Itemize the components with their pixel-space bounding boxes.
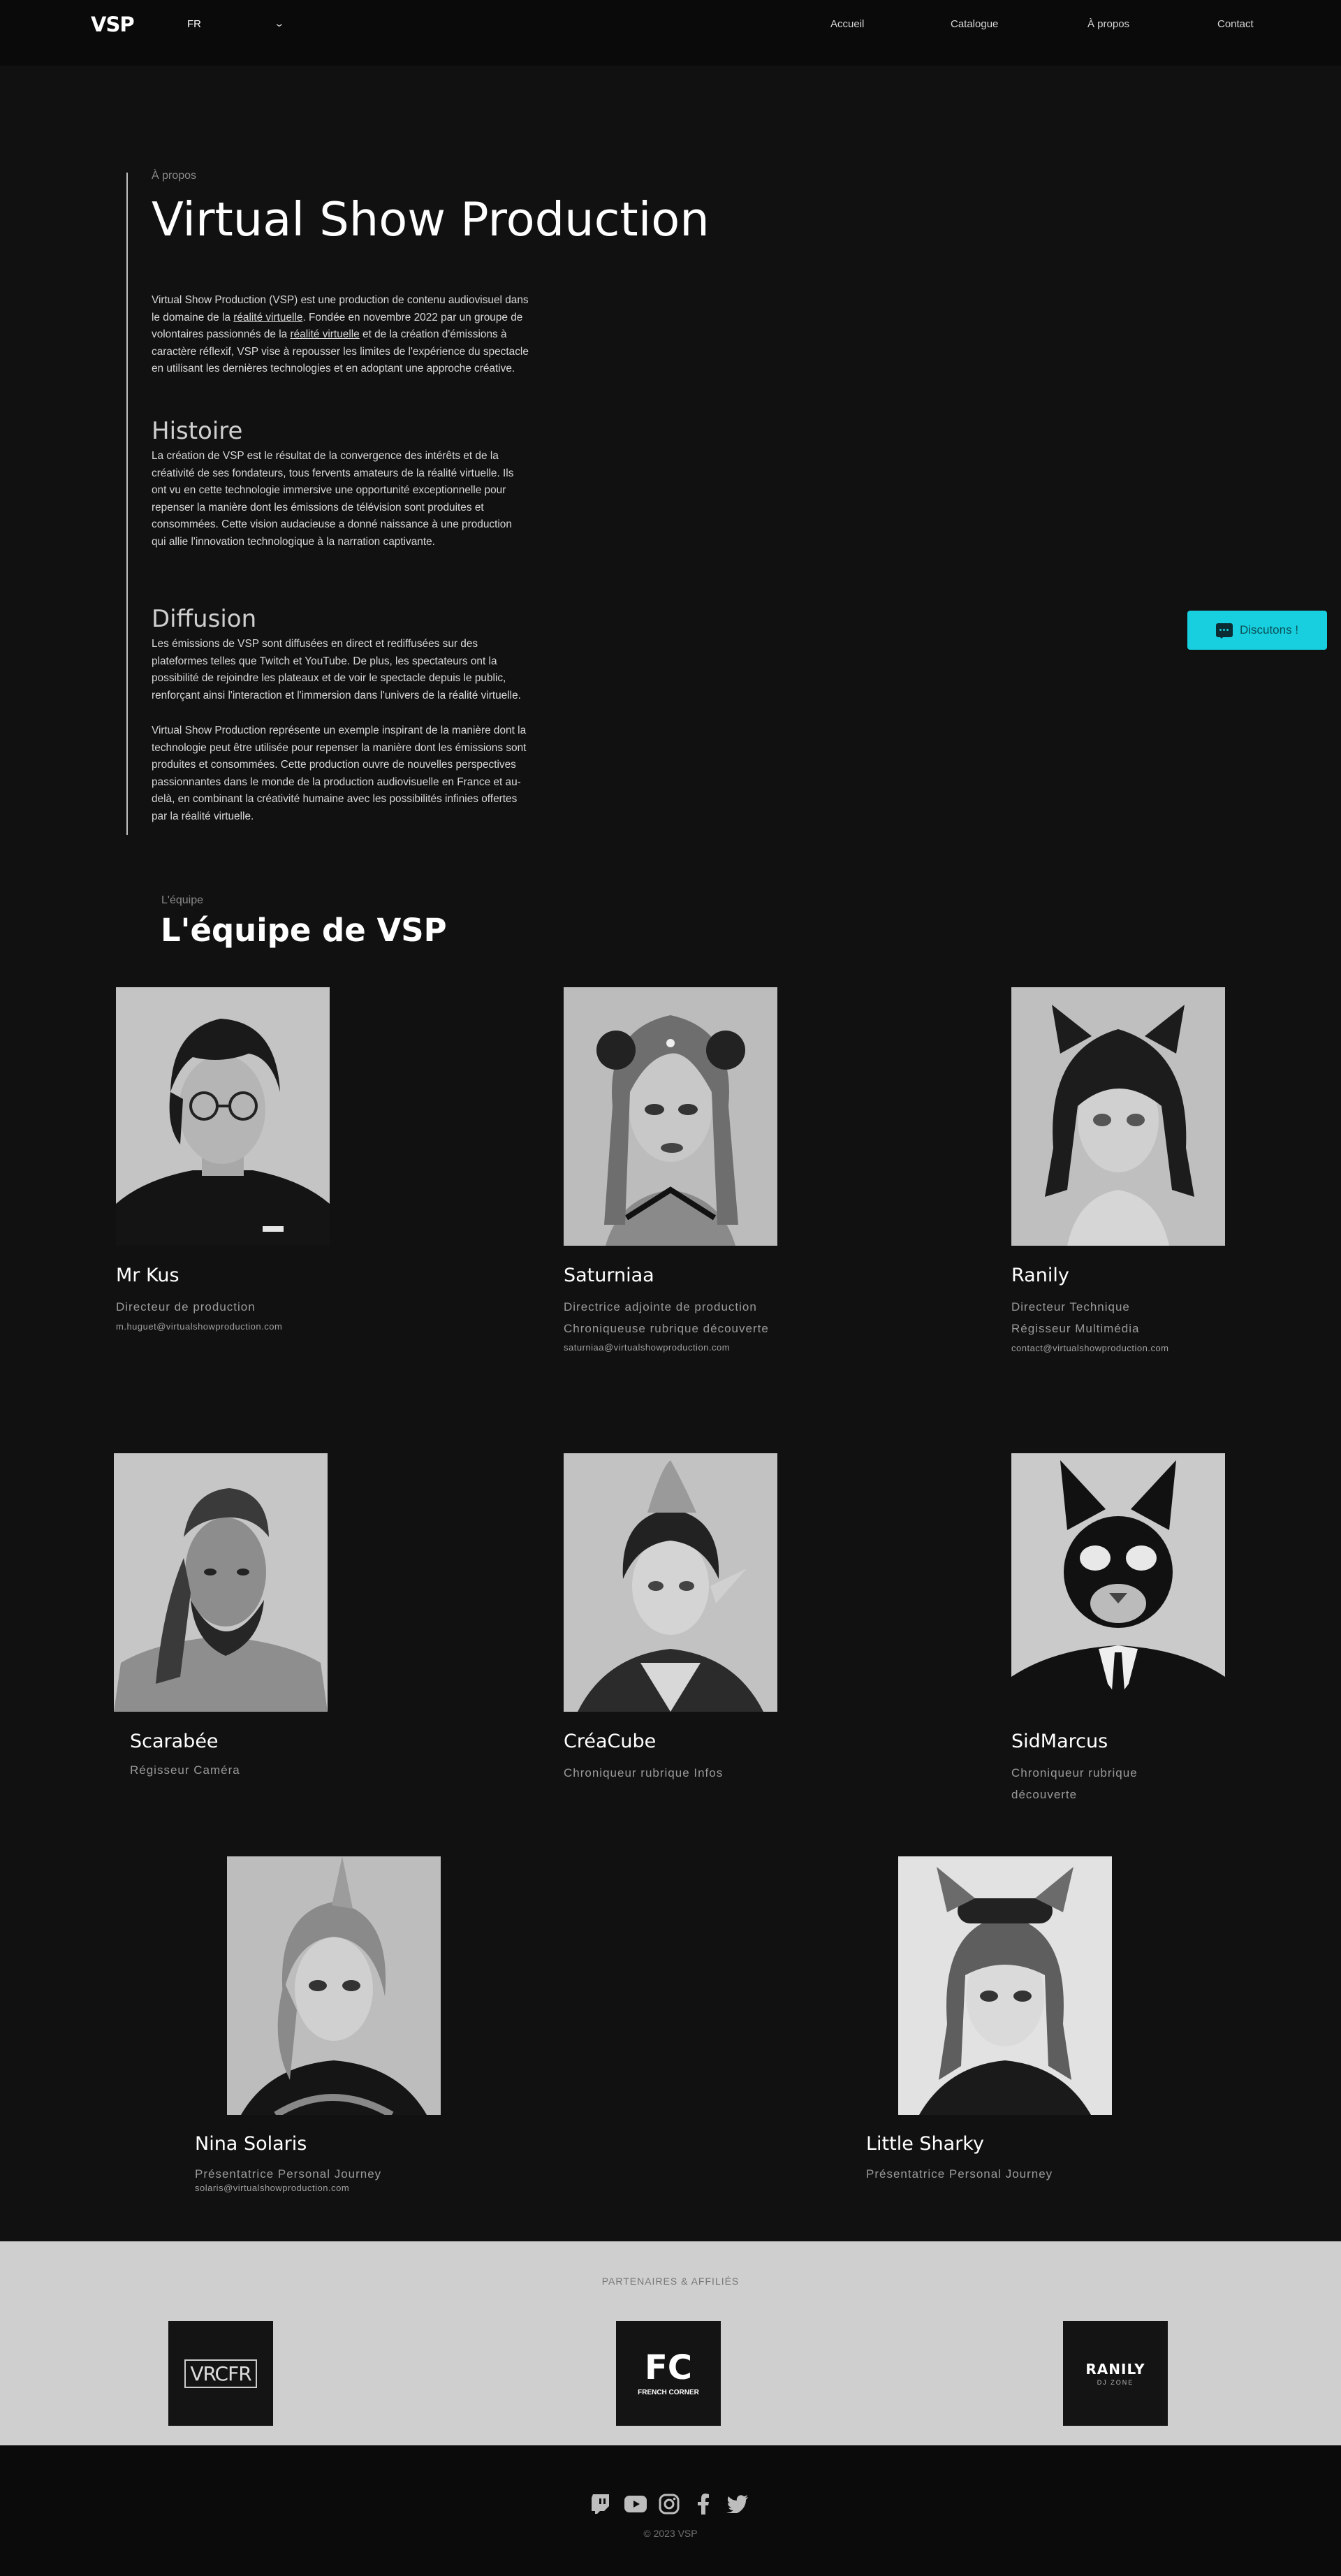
instagram-icon[interactable] (657, 2491, 682, 2517)
youtube-icon[interactable] (623, 2491, 648, 2517)
nav-catalogue[interactable]: Catalogue (951, 18, 998, 30)
member-name: SidMarcus (1011, 1731, 1108, 1752)
member-photo-creacube (564, 1453, 777, 1712)
partners-section: PARTENAIRES & AFFILIÉS VRCFR FC FRENCH C… (0, 2241, 1341, 2445)
site-header: VSP FR ⌄ Accueil Catalogue À propos Cont… (0, 0, 1341, 66)
member-role: Régisseur Multimédia (1011, 1322, 1140, 1335)
chat-button-label: Discutons ! (1239, 623, 1299, 636)
twitter-icon[interactable] (725, 2491, 750, 2517)
member-role: Présentatrice Personal Journey (866, 2167, 1053, 2181)
member-name: Nina Solaris (195, 2133, 307, 2155)
member-photo-mr-kus (116, 987, 330, 1246)
member-role: Directeur Technique (1011, 1300, 1130, 1314)
member-name: CréaCube (564, 1731, 657, 1752)
vr-link-2[interactable]: réalité virtuelle (291, 328, 360, 340)
member-email[interactable]: m.huguet@virtualshowproduction.com (116, 1321, 282, 1332)
diffusion-text-2: Virtual Show Production représente un ex… (152, 725, 527, 822)
member-photo-ranily (1011, 987, 1225, 1246)
language-value: FR (187, 18, 201, 30)
about-kicker: À propos (152, 170, 197, 182)
member-photo-scarabee (114, 1453, 328, 1712)
copyright: © 2023 VSP (643, 2528, 698, 2539)
vr-link-1[interactable]: réalité virtuelle (233, 312, 302, 323)
partner-logo-ranily[interactable]: RANILY DJ ZONE (1063, 2321, 1168, 2426)
chat-icon (1215, 623, 1233, 639)
partner-logo-sub: FRENCH CORNER (638, 2388, 699, 2396)
member-email[interactable]: solaris@virtualshowproduction.com (195, 2183, 349, 2193)
team-title: L'équipe de VSP (161, 912, 447, 949)
site-logo[interactable]: VSP (91, 13, 135, 36)
history-text: La création de VSP est le résultat de la… (152, 450, 514, 548)
about-intro: Virtual Show Production (VSP) est une pr… (152, 292, 529, 378)
member-name: Ranily (1011, 1265, 1069, 1286)
partners-title: PARTENAIRES & AFFILIÉS (601, 2276, 740, 2287)
chat-button[interactable]: Discutons ! (1187, 611, 1327, 650)
member-role: Régisseur Caméra (130, 1763, 240, 1777)
diffusion-text-1: Les émissions de VSP sont diffusées en d… (152, 638, 521, 701)
twitch-icon[interactable] (588, 2491, 613, 2517)
member-name: Saturniaa (564, 1265, 654, 1286)
member-name: Little Sharky (866, 2133, 984, 2155)
member-name: Scarabée (130, 1731, 219, 1752)
chevron-down-icon: ⌄ (273, 17, 286, 29)
facebook-icon[interactable] (691, 2491, 716, 2517)
member-role: Directrice adjointe de production (564, 1300, 757, 1314)
nav-accueil[interactable]: Accueil (830, 18, 864, 30)
member-photo-nina-solaris (227, 1856, 441, 2115)
member-email[interactable]: saturniaa@virtualshowproduction.com (564, 1342, 730, 1353)
partner-logo-sub: DJ ZONE (1097, 2379, 1134, 2386)
member-role: Directeur de production (116, 1300, 256, 1314)
member-photo-saturniaa (564, 987, 777, 1246)
member-role: Chroniqueur rubrique (1011, 1766, 1138, 1780)
partner-logo-text: RANILY (1085, 2361, 1145, 2378)
member-photo-little-sharky (898, 1856, 1112, 2115)
member-email[interactable]: contact@virtualshowproduction.com (1011, 1343, 1169, 1353)
partner-logo-text: VRCFR (184, 2359, 257, 2388)
partner-logo-vrcfr[interactable]: VRCFR (168, 2321, 273, 2426)
member-role: Chroniqueuse rubrique découverte (564, 1322, 769, 1335)
member-role: découverte (1011, 1788, 1078, 1801)
member-name: Mr Kus (116, 1265, 179, 1286)
member-role: Chroniqueur rubrique Infos (564, 1766, 724, 1780)
nav-a-propos[interactable]: À propos (1087, 18, 1129, 30)
partner-logo-french-corner[interactable]: FC FRENCH CORNER (616, 2321, 721, 2426)
member-photo-sidmarcus (1011, 1453, 1225, 1712)
page-title: Virtual Show Production (152, 192, 710, 247)
language-select[interactable]: FR ⌄ (187, 17, 286, 32)
history-heading: Histoire (152, 417, 243, 445)
site-footer: © 2023 VSP (0, 2445, 1341, 2576)
partner-logo-text: FC (644, 2348, 692, 2387)
nav-contact[interactable]: Contact (1217, 18, 1254, 30)
diffusion-heading: Diffusion (152, 605, 257, 633)
about-accent-bar (126, 173, 128, 835)
team-kicker: L'équipe (161, 894, 203, 906)
